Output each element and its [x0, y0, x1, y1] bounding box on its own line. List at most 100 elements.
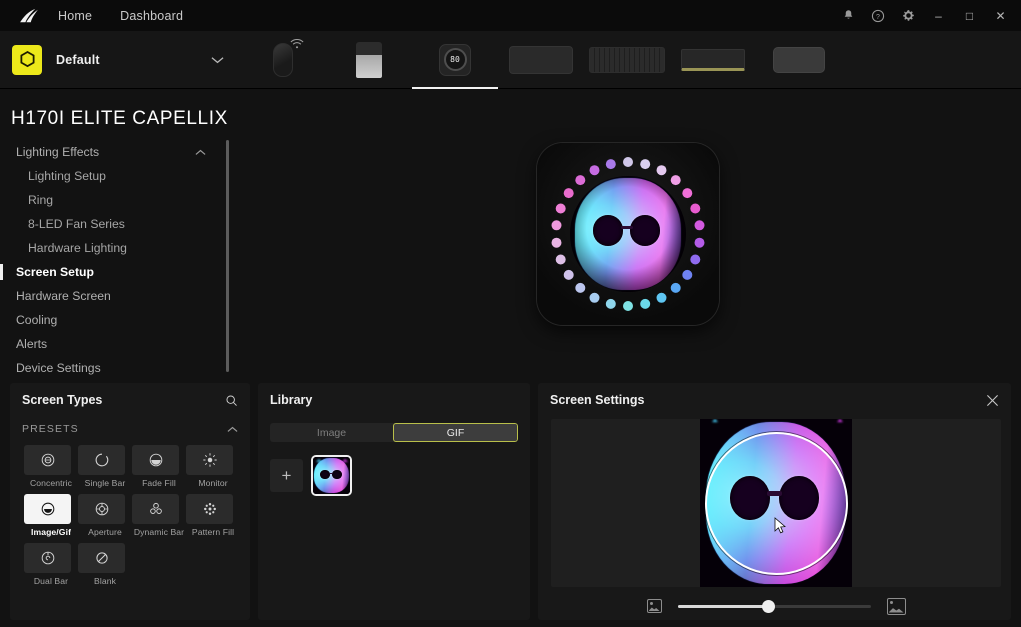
preset-label: Image/Gif — [24, 527, 78, 537]
sidebar-item-label: Screen Setup — [16, 265, 94, 279]
image-gif-icon — [24, 494, 71, 524]
device-wireless-mouse[interactable] — [240, 31, 326, 89]
preset-monitor[interactable]: Monitor — [186, 445, 240, 488]
preset-single-bar[interactable]: Single Bar — [78, 445, 132, 488]
memory-module-icon — [681, 49, 745, 71]
aio-display-value: 80 — [444, 48, 467, 71]
corsair-sails-logo — [18, 8, 40, 24]
nav-home[interactable]: Home — [58, 9, 92, 23]
profile-selector[interactable]: Default — [0, 31, 240, 89]
sidebar-item-lighting-effects[interactable]: Lighting Effects — [0, 140, 232, 164]
screen-settings-panel: Screen Settings — [538, 383, 1011, 620]
screen-types-panel: Screen Types PRESETS Concentric — [10, 383, 250, 620]
preset-dual-bar[interactable]: Dual Bar — [24, 543, 78, 586]
search-icon[interactable] — [225, 394, 238, 407]
sidebar-item-screen-setup[interactable]: Screen Setup — [0, 260, 232, 284]
screen-types-title: Screen Types — [22, 393, 102, 407]
circular-crop-overlay[interactable] — [705, 432, 848, 575]
dynamic-bar-icon — [132, 494, 179, 524]
chevron-up-icon[interactable] — [195, 149, 206, 156]
library-panel: Library Image GIF + — [258, 383, 530, 620]
preset-aperture[interactable]: Aperture — [78, 494, 132, 537]
notifications-bell-icon[interactable] — [833, 0, 863, 31]
sidebar-item-cooling[interactable]: Cooling — [0, 308, 232, 332]
preset-label: Fade Fill — [132, 478, 186, 488]
sidebar-item-label: Device Settings — [16, 361, 101, 375]
preset-fade-fill[interactable]: Fade Fill — [132, 445, 186, 488]
device-headset[interactable] — [756, 31, 842, 89]
preset-label: Monitor — [186, 478, 240, 488]
preset-label: Pattern Fill — [186, 527, 240, 537]
screen-settings-title: Screen Settings — [550, 393, 644, 407]
zoom-slider-handle[interactable] — [762, 600, 775, 613]
preset-image-gif[interactable]: Image/Gif — [24, 494, 78, 537]
sidebar-item-label: Hardware Screen — [16, 289, 111, 303]
library-type-toggle: Image GIF — [270, 423, 518, 442]
minimize-button[interactable]: – — [923, 0, 954, 31]
sidebar-item-label: 8-LED Fan Series — [28, 217, 125, 231]
mouse-cursor-icon — [774, 517, 786, 535]
list-item[interactable] — [311, 455, 352, 496]
dual-bar-icon — [24, 543, 71, 573]
sidebar-item-label: Hardware Lighting — [28, 241, 127, 255]
pattern-fill-icon — [186, 494, 233, 524]
help-icon[interactable]: ? — [863, 0, 893, 31]
settings-gear-icon[interactable] — [893, 0, 923, 31]
device-keyboard[interactable] — [584, 31, 670, 89]
preset-dynamic-bar[interactable]: Dynamic Bar — [132, 494, 186, 537]
maximize-button[interactable]: □ — [954, 0, 985, 31]
mousepad-icon — [509, 46, 573, 74]
tab-image[interactable]: Image — [270, 423, 393, 442]
large-image-icon[interactable] — [887, 598, 906, 615]
crop-editor[interactable] — [551, 419, 1001, 587]
close-button[interactable]: ✕ — [985, 0, 1016, 31]
sidebar-item-8-led-fan-series[interactable]: 8-LED Fan Series — [0, 212, 232, 236]
preset-label: Aperture — [78, 527, 132, 537]
hexagon-icon — [19, 50, 36, 69]
sidebar-item-hardware-screen[interactable]: Hardware Screen — [0, 284, 232, 308]
close-icon[interactable] — [986, 394, 999, 407]
add-media-button[interactable]: + — [270, 459, 303, 492]
zoom-slider[interactable] — [678, 605, 871, 608]
sidebar-item-lighting-setup[interactable]: Lighting Setup — [0, 164, 232, 188]
wifi-icon — [290, 39, 304, 49]
device-memory[interactable] — [670, 31, 756, 89]
preset-pattern-fill[interactable]: Pattern Fill — [186, 494, 240, 537]
profile-badge — [12, 45, 42, 75]
device-aio-cooler[interactable]: 80 — [412, 31, 498, 89]
chevron-up-icon[interactable] — [227, 426, 238, 433]
sidebar-item-hardware-lighting[interactable]: Hardware Lighting — [0, 236, 232, 260]
preset-label: Dynamic Bar — [132, 527, 186, 537]
concentric-icon — [24, 445, 71, 475]
zoom-slider-row — [551, 595, 1001, 617]
device-usb-receiver[interactable] — [326, 31, 412, 89]
keyboard-icon — [589, 47, 665, 73]
sidebar-scrollbar[interactable] — [226, 140, 229, 372]
lcd-preview — [570, 176, 686, 292]
screen-types-header: Screen Types — [10, 383, 250, 417]
device-mousepad[interactable] — [498, 31, 584, 89]
presets-section-header[interactable]: PRESETS — [10, 417, 250, 441]
monitor-icon — [186, 445, 233, 475]
library-header: Library — [258, 383, 530, 417]
sidebar-item-label: Alerts — [16, 337, 47, 351]
cat-gif-thumbnail — [313, 457, 350, 494]
sidebar-item-alerts[interactable]: Alerts — [0, 332, 232, 356]
fade-fill-icon — [132, 445, 179, 475]
chevron-down-icon[interactable] — [211, 56, 224, 64]
sidebar-item-device-settings[interactable]: Device Settings — [0, 356, 232, 378]
small-image-icon[interactable] — [647, 599, 662, 613]
sidebar-item-label: Cooling — [16, 313, 57, 327]
sidebar-item-ring[interactable]: Ring — [0, 188, 232, 212]
usb-dongle-icon — [356, 42, 382, 78]
sidebar-item-label: Lighting Setup — [28, 169, 106, 183]
preset-label: Blank — [78, 576, 132, 586]
preset-concentric[interactable]: Concentric — [24, 445, 78, 488]
tab-gif[interactable]: GIF — [393, 423, 518, 442]
preset-blank[interactable]: Blank — [78, 543, 132, 586]
preset-label: Concentric — [24, 478, 78, 488]
title-bar-actions: ? – □ ✕ — [833, 0, 1021, 31]
aio-cooler-icon: 80 — [439, 44, 471, 76]
profile-name: Default — [56, 53, 100, 67]
nav-dashboard[interactable]: Dashboard — [120, 9, 183, 23]
